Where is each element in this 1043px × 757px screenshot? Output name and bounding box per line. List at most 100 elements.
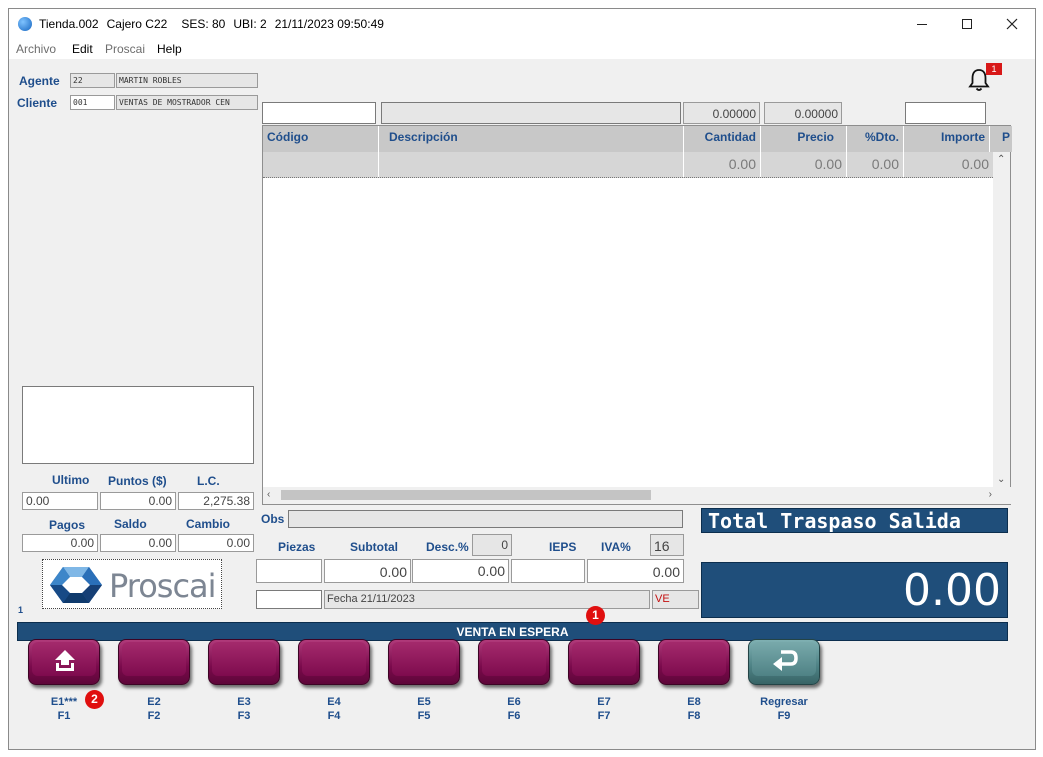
close-icon: [1006, 18, 1018, 30]
lc-label: L.C.: [197, 474, 220, 488]
scroll-up-icon[interactable]: ⌃: [997, 154, 1005, 165]
puntos-value: 0.00: [100, 492, 176, 510]
scrollbar-thumb[interactable]: [281, 490, 651, 500]
title-location: UBI: 2: [233, 17, 267, 31]
f6-button[interactable]: [478, 639, 550, 685]
cliente-code-field[interactable]: 001: [70, 95, 115, 110]
row-dto: 0.00: [847, 152, 904, 177]
minimize-icon: [917, 23, 927, 25]
menu-proscai[interactable]: Proscai: [105, 42, 145, 56]
f3-button[interactable]: [208, 639, 280, 685]
app-globe-icon: [18, 17, 32, 31]
return-icon: [773, 650, 798, 671]
close-button[interactable]: [989, 9, 1035, 39]
scroll-left-icon[interactable]: ‹: [267, 489, 270, 500]
obs-label: Obs: [261, 512, 285, 526]
f7-button[interactable]: [568, 639, 640, 685]
row-cantidad: 0.00: [684, 152, 761, 177]
grid-header: Código Descripción Cantidad Precio %Dto.…: [263, 126, 1012, 152]
f7-label: E7 F7: [597, 696, 611, 722]
menu-archivo[interactable]: Archivo: [16, 42, 56, 56]
page-number: 1: [18, 605, 24, 615]
menu-edit[interactable]: Edit: [72, 42, 93, 56]
subtotal-value: 0.00: [324, 559, 411, 583]
total-title: Total Traspaso Salida: [701, 508, 1008, 533]
grid-horizontal-scrollbar[interactable]: ‹ ›: [263, 487, 1012, 504]
aux-field[interactable]: [256, 590, 322, 609]
f2-label: E2 F2: [147, 696, 161, 722]
f8-label: E8 F8: [687, 696, 701, 722]
doc-type-field: VE: [652, 590, 699, 609]
title-datetime: 21/11/2023 09:50:49: [274, 17, 384, 31]
agente-name-field: MARTIN ROBLES: [116, 73, 258, 88]
menu-help[interactable]: Help: [157, 42, 182, 56]
agente-code-field[interactable]: 22: [70, 73, 115, 88]
proscai-logo: Proscai: [42, 559, 222, 609]
cambio-label: Cambio: [186, 517, 231, 531]
grid-vertical-scrollbar[interactable]: ⌃ ⌄: [993, 152, 1010, 487]
codigo-input[interactable]: [262, 102, 376, 124]
descripcion-input[interactable]: [381, 102, 681, 124]
cantidad-input[interactable]: 0.00000: [683, 102, 760, 124]
f9-regresar-button[interactable]: [748, 639, 820, 685]
ultimo-label: Ultimo: [52, 473, 90, 487]
col-dto[interactable]: %Dto.: [847, 126, 904, 152]
window-title: Tienda.002 Cajero C22 SES: 80 UBI: 2 21/11/2…: [39, 17, 392, 31]
saldo-label: Saldo: [114, 517, 147, 531]
title-bar: Tienda.002 Cajero C22 SES: 80 UBI: 2 21/11/2…: [9, 9, 1035, 39]
desc-percent-field[interactable]: 0: [472, 534, 512, 556]
title-store: Tienda.002: [39, 17, 99, 31]
saldo-value: 0.00: [100, 534, 176, 552]
col-descripcion[interactable]: Descripción: [379, 126, 684, 152]
maximize-icon: [962, 19, 972, 29]
ultimo-value: 0.00: [22, 492, 98, 510]
table-row[interactable]: 0.00 0.00 0.00 0.00: [263, 152, 993, 178]
piezas-label: Piezas: [278, 540, 316, 554]
fecha-field: Fecha 21/11/2023: [324, 590, 650, 609]
ieps-value: [511, 559, 585, 583]
cliente-label: Cliente: [17, 96, 58, 110]
piezas-value: [256, 559, 322, 583]
scroll-down-icon[interactable]: ⌄: [997, 474, 1005, 485]
pagos-label: Pagos: [49, 518, 86, 532]
f6-label: E6 F6: [507, 696, 521, 722]
maximize-button[interactable]: [944, 9, 990, 39]
minimize-button[interactable]: [899, 9, 945, 39]
f4-button[interactable]: [298, 639, 370, 685]
items-grid[interactable]: Código Descripción Cantidad Precio %Dto.…: [262, 125, 1012, 505]
iva-amount-value: 0.00: [587, 559, 684, 583]
col-importe[interactable]: Importe: [904, 126, 990, 152]
col-cantidad[interactable]: Cantidad: [684, 126, 761, 152]
ieps-label: IEPS: [549, 540, 577, 554]
pagos-value: 0.00: [22, 534, 98, 552]
col-codigo[interactable]: Código: [263, 126, 379, 152]
f8-button[interactable]: [658, 639, 730, 685]
scroll-right-icon[interactable]: ›: [989, 489, 992, 500]
f4-label: E4 F4: [327, 696, 341, 722]
row-descripcion: [379, 152, 684, 177]
status-marker-1: 1: [586, 606, 605, 625]
extra-input[interactable]: [905, 102, 986, 124]
desc-amount-value: 0.00: [412, 559, 509, 583]
iva-percent-field[interactable]: 16: [650, 534, 684, 556]
precio-input[interactable]: 0.00000: [764, 102, 842, 124]
f5-label: E5 F5: [417, 696, 431, 722]
agente-label: Agente: [19, 74, 60, 88]
iva-label: IVA%: [601, 540, 631, 554]
title-session: SES: 80: [181, 17, 226, 31]
row-importe: 0.00: [961, 156, 989, 172]
notification-count-badge: 1: [986, 63, 1002, 75]
cambio-value: 0.00: [178, 534, 254, 552]
puntos-label: Puntos ($): [108, 474, 167, 488]
f5-button[interactable]: [388, 639, 460, 685]
upload-icon: [55, 650, 75, 671]
col-precio[interactable]: Precio: [761, 126, 847, 152]
menu-bar: Archivo Edit Proscai Help: [9, 39, 1035, 59]
main-window: Tienda.002 Cajero C22 SES: 80 UBI: 2 21/11/2…: [8, 8, 1036, 750]
obs-input[interactable]: [288, 510, 683, 528]
col-p[interactable]: P: [990, 126, 1012, 152]
f2-button[interactable]: [118, 639, 190, 685]
f1-button[interactable]: [28, 639, 100, 685]
title-cashier: Cajero C22: [106, 17, 168, 31]
f3-label: E3 F3: [237, 696, 251, 722]
